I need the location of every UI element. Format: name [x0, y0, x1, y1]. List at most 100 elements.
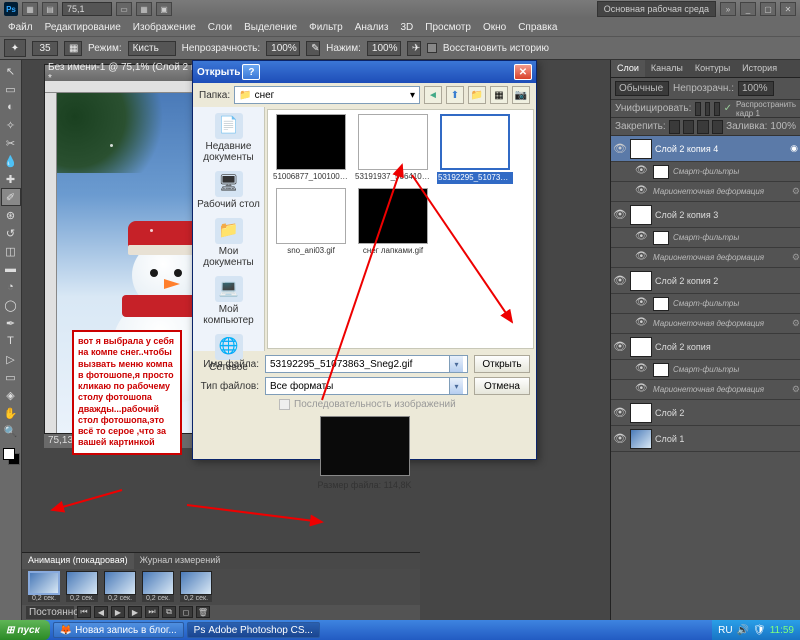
filter-row[interactable]: 👁 Марионеточная деформация ⚙	[611, 182, 800, 202]
marquee-tool-icon[interactable]: ▭	[1, 80, 21, 98]
canvas-area[interactable]: Без имени-1 @ 75,1% (Слой 2 копия 4, RGB…	[22, 60, 610, 620]
pen-tool-icon[interactable]: ✒	[1, 314, 21, 332]
visibility-icon[interactable]: 👁	[613, 208, 627, 222]
tab-channels[interactable]: Каналы	[645, 60, 689, 77]
visibility-icon[interactable]: 👁	[613, 432, 627, 446]
arrange-docs-icon[interactable]: ▦	[136, 2, 152, 16]
layer-row[interactable]: 👁 Слой 1	[611, 426, 800, 452]
smart-filters-row[interactable]: 👁 Смарт-фильтры	[611, 162, 800, 182]
layer-thumb[interactable]	[630, 205, 652, 225]
visibility-icon[interactable]: 👁	[635, 165, 649, 179]
type-tool-icon[interactable]: T	[1, 332, 21, 350]
workspace-more-icon[interactable]: »	[720, 2, 736, 16]
menu-help[interactable]: Справка	[512, 20, 563, 35]
last-frame-icon[interactable]: ⏭	[145, 606, 159, 618]
history-brush-tool-icon[interactable]: ↺	[1, 224, 21, 242]
animation-frame[interactable]: 0,2 сек.	[26, 571, 62, 603]
tab-layers[interactable]: Слои	[611, 60, 645, 77]
tab-animation[interactable]: Анимация (покадровая)	[22, 553, 134, 569]
filter-options-icon[interactable]: ⚙	[792, 252, 800, 263]
chevron-down-icon[interactable]: ▾	[449, 356, 463, 372]
smart-filters-row[interactable]: 👁 Смарт-фильтры	[611, 294, 800, 314]
crop-tool-icon[interactable]: ✂	[1, 134, 21, 152]
dialog-titlebar[interactable]: Открыть ? ✕	[193, 61, 536, 83]
layer-filter-icon[interactable]: ◉	[790, 143, 798, 154]
next-frame-icon[interactable]: ▶	[128, 606, 142, 618]
3d-tool-icon[interactable]: ◈	[1, 386, 21, 404]
layer-name[interactable]: Слой 2 копия 3	[655, 210, 798, 220]
menu-file[interactable]: Файл	[2, 20, 39, 35]
tab-history[interactable]: История	[736, 60, 783, 77]
layer-fill[interactable]: 100%	[770, 121, 796, 132]
visibility-icon[interactable]: 👁	[613, 142, 627, 156]
layer-row[interactable]: 👁 Слой 2 копия 3	[611, 202, 800, 228]
dialog-help-icon[interactable]: ?	[242, 64, 260, 80]
sequence-checkbox[interactable]	[279, 399, 290, 410]
visibility-icon[interactable]: 👁	[635, 363, 649, 377]
menu-edit[interactable]: Редактирование	[39, 20, 127, 35]
layer-opacity[interactable]: 100%	[738, 81, 774, 96]
smart-filters-row[interactable]: 👁 Смарт-фильтры	[611, 360, 800, 380]
filetype-select[interactable]: Все форматы ▾	[265, 377, 468, 395]
brush-size[interactable]: 35	[32, 41, 58, 56]
file-list[interactable]: 51006877_100100.gif 53191937_50641023_..…	[267, 109, 534, 349]
chevron-down-icon[interactable]: ▾	[410, 90, 415, 101]
unify-position-icon[interactable]	[695, 102, 700, 116]
layer-name[interactable]: Слой 2 копия 2	[655, 276, 798, 286]
lock-position-icon[interactable]	[697, 120, 708, 134]
visibility-icon[interactable]: 👁	[635, 297, 649, 311]
filter-row[interactable]: 👁 Марионеточная деформация ⚙	[611, 380, 800, 400]
taskbar-button[interactable]: Ps Adobe Photoshop CS...	[187, 622, 320, 638]
mini-bridge-icon[interactable]: ▤	[42, 2, 58, 16]
bridge-icon[interactable]: ▦	[22, 2, 38, 16]
menu-image[interactable]: Изображение	[127, 20, 202, 35]
layer-thumb[interactable]	[630, 337, 652, 357]
filter-options-icon[interactable]: ⚙	[792, 318, 800, 329]
layer-name[interactable]: Слой 2 копия	[655, 342, 798, 352]
brush-panel-icon[interactable]: ▦	[64, 41, 82, 56]
file-thumb[interactable]: снег лапками.gif	[354, 188, 432, 256]
tablet-opacity-icon[interactable]: ✎	[306, 41, 320, 56]
visibility-icon[interactable]: 👁	[635, 231, 649, 245]
window-close-icon[interactable]: ✕	[780, 2, 796, 16]
views-icon[interactable]: ▦	[490, 86, 508, 104]
dialog-close-icon[interactable]: ✕	[514, 64, 532, 80]
filename-input[interactable]: 53192295_51073863_Sneg2.gif ▾	[265, 355, 468, 373]
animation-frame[interactable]: 0,2 сек.	[102, 571, 138, 603]
screen-mode-icon[interactable]: ▣	[156, 2, 172, 16]
layer-thumb[interactable]	[630, 429, 652, 449]
move-tool-icon[interactable]: ↖	[1, 62, 21, 80]
visibility-icon[interactable]: 👁	[635, 251, 649, 265]
animation-frame[interactable]: 0,2 сек.	[64, 571, 100, 603]
cancel-button[interactable]: Отмена	[474, 377, 530, 395]
place-item[interactable]: 📁 Мои документы	[193, 216, 264, 270]
place-item[interactable]: 🖥 Рабочий стол	[193, 169, 264, 212]
path-tool-icon[interactable]: ▷	[1, 350, 21, 368]
workspace-switcher[interactable]: Основная рабочая среда	[597, 1, 716, 17]
tray-icon[interactable]: 🛡	[753, 625, 766, 636]
blur-tool-icon[interactable]: ◔	[1, 278, 21, 296]
zoom-tool-icon[interactable]: 🔍	[1, 422, 21, 440]
up-icon[interactable]: ⬆	[446, 86, 464, 104]
fg-color-swatch[interactable]	[3, 448, 15, 460]
favorites-icon[interactable]: 📷	[512, 86, 530, 104]
menu-filter[interactable]: Фильтр	[303, 20, 349, 35]
filter-options-icon[interactable]: ⚙	[792, 186, 800, 197]
layer-name[interactable]: Слой 1	[655, 434, 798, 444]
back-icon[interactable]: ◄	[424, 86, 442, 104]
chevron-down-icon[interactable]: ▾	[449, 378, 463, 394]
filter-row[interactable]: 👁 Марионеточная деформация ⚙	[611, 314, 800, 334]
folder-combo[interactable]: 📁 снег ▾	[234, 86, 420, 104]
lock-transparency-icon[interactable]	[669, 120, 680, 134]
frame-delay[interactable]: 0,2 сек.	[28, 595, 60, 602]
prev-frame-icon[interactable]: ◀	[94, 606, 108, 618]
layer-thumb[interactable]	[630, 403, 652, 423]
frame-delay[interactable]: 0,2 сек.	[104, 595, 136, 602]
menu-view[interactable]: Просмотр	[419, 20, 477, 35]
menu-window[interactable]: Окно	[477, 20, 512, 35]
loop-select[interactable]: Постоянно	[26, 606, 74, 619]
history-checkbox[interactable]	[427, 43, 437, 53]
heal-tool-icon[interactable]: ✚	[1, 170, 21, 188]
color-swatches[interactable]	[0, 446, 21, 470]
airbrush-icon[interactable]: ✈	[407, 41, 421, 56]
